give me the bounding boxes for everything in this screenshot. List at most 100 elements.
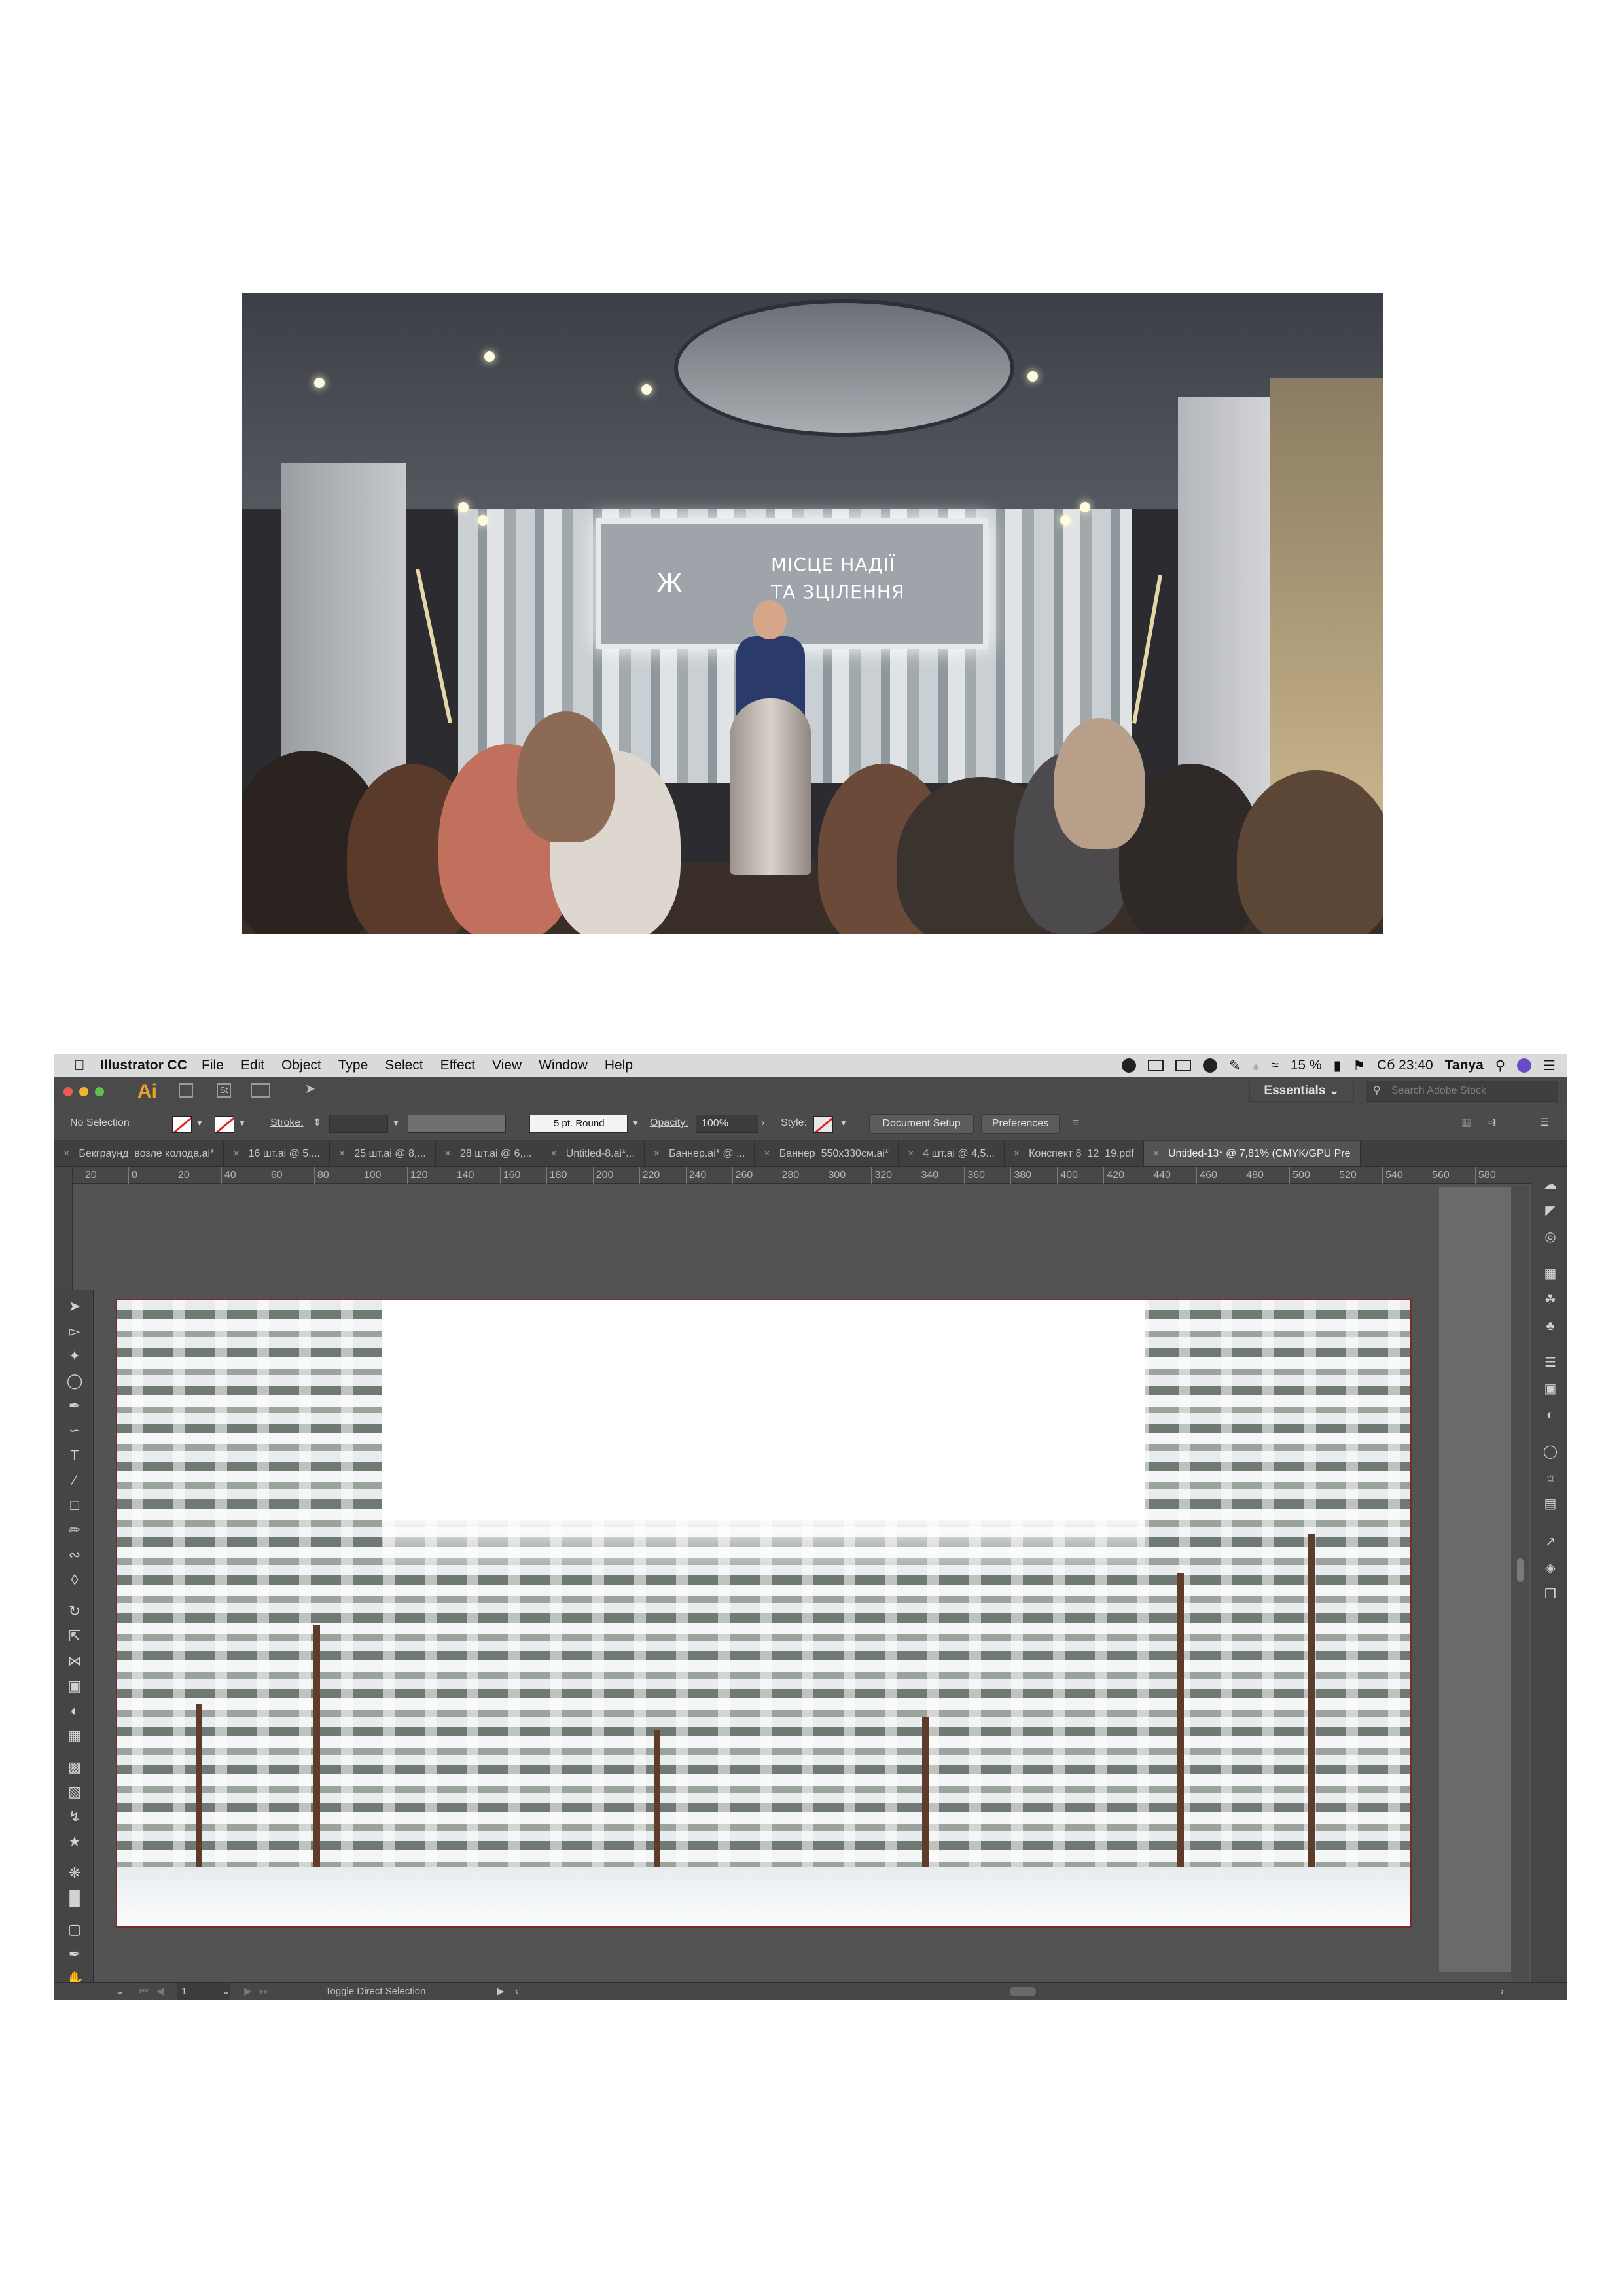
vertical-scrollbar[interactable] bbox=[1511, 1185, 1529, 1981]
panel-menu-icon[interactable]: ☰ bbox=[1540, 1105, 1549, 1141]
menu-type[interactable]: Type bbox=[338, 1058, 368, 1073]
shape-builder-tool-icon[interactable]: ◐ bbox=[66, 1702, 83, 1719]
document-tab[interactable]: × Баннер_550x330см.ai* bbox=[755, 1141, 899, 1166]
notes-icon[interactable] bbox=[1148, 1060, 1164, 1071]
user-name[interactable]: Tanya bbox=[1445, 1058, 1484, 1073]
battery-icon[interactable]: ▮ bbox=[1334, 1058, 1342, 1074]
scroll-right-icon[interactable]: › bbox=[1501, 1983, 1504, 2000]
zoom-window-button[interactable] bbox=[95, 1087, 104, 1096]
document-tab[interactable]: × 4 шт.ai @ 4,5... bbox=[899, 1141, 1005, 1166]
pen-tool-icon[interactable]: ✒ bbox=[66, 1397, 83, 1414]
notification-center-icon[interactable]: ☰ bbox=[1543, 1058, 1556, 1074]
paintbrush-tool-icon[interactable]: ✏ bbox=[66, 1522, 83, 1539]
clock[interactable]: Сб 23:40 bbox=[1377, 1058, 1433, 1073]
battery-label[interactable]: 15 % bbox=[1291, 1058, 1322, 1073]
menu-effect[interactable]: Effect bbox=[440, 1058, 475, 1073]
last-artboard-icon[interactable]: ⏭ bbox=[260, 1983, 269, 2000]
scrollbar-thumb[interactable] bbox=[1517, 1558, 1524, 1582]
horizontal-ruler[interactable]: 20 0 20 40 60 80 100 120 140 160 180 200 220 240 260 28… bbox=[73, 1167, 1531, 1184]
brushes-icon[interactable]: ☘ bbox=[1542, 1291, 1559, 1308]
menu-help[interactable]: Help bbox=[605, 1058, 633, 1073]
line-tool-icon[interactable]: ⁄ bbox=[66, 1472, 83, 1489]
chevron-down-icon[interactable]: ▼ bbox=[196, 1105, 204, 1141]
chevron-down-icon[interactable]: ▼ bbox=[238, 1105, 246, 1141]
gradient-tool-icon[interactable]: ▧ bbox=[66, 1784, 83, 1801]
scale-tool-icon[interactable]: ⇱ bbox=[66, 1628, 83, 1645]
asset-export-icon[interactable]: ▤ bbox=[1542, 1496, 1559, 1513]
flag-icon[interactable]: ⚑ bbox=[1353, 1058, 1365, 1074]
chevron-down-icon[interactable]: ▼ bbox=[392, 1105, 400, 1141]
eyedropper-tool-icon[interactable]: ↯ bbox=[66, 1808, 83, 1825]
eraser-tool-icon[interactable]: ◊ bbox=[66, 1571, 83, 1588]
gpu-performance-icon[interactable]: ➤ bbox=[303, 1083, 317, 1098]
lasso-tool-icon[interactable]: ◯ bbox=[66, 1372, 83, 1390]
bluetooth-icon[interactable]: ⁎ bbox=[1253, 1058, 1260, 1074]
export-icon[interactable]: ↗ bbox=[1542, 1534, 1559, 1551]
opacity-label[interactable]: Opacity: bbox=[650, 1105, 688, 1141]
menu-view[interactable]: View bbox=[492, 1058, 522, 1073]
close-icon[interactable]: × bbox=[550, 1148, 556, 1159]
style-swatch[interactable] bbox=[813, 1116, 833, 1133]
status-menu-arrow-icon[interactable]: ▶ bbox=[497, 1983, 505, 2000]
first-artboard-icon[interactable]: ⏮ bbox=[139, 1983, 149, 2000]
document-tab[interactable]: × Конспект 8_12_19.pdf bbox=[1005, 1141, 1144, 1166]
apple-icon[interactable]:  bbox=[74, 1057, 96, 1074]
graphic-styles-icon[interactable]: ☼ bbox=[1542, 1469, 1559, 1486]
layers-icon[interactable]: ◈ bbox=[1542, 1560, 1559, 1577]
symbol-sprayer-tool-icon[interactable]: ❋ bbox=[66, 1865, 83, 1882]
transparency-icon[interactable]: ◐ bbox=[1542, 1407, 1559, 1424]
document-tab[interactable]: × 28 шт.ai @ 6,... bbox=[436, 1141, 542, 1166]
chevron-right-icon[interactable]: › bbox=[761, 1105, 764, 1141]
stroke-stepper[interactable]: ⇕ bbox=[313, 1105, 321, 1141]
close-icon[interactable]: × bbox=[764, 1148, 770, 1159]
white-screen-area[interactable] bbox=[382, 1300, 1145, 1575]
siri-icon[interactable] bbox=[1517, 1058, 1532, 1073]
stroke-label[interactable]: Stroke: bbox=[270, 1105, 304, 1141]
opacity-field[interactable]: 100% bbox=[696, 1115, 758, 1133]
libraries-icon[interactable]: ☁ bbox=[1542, 1176, 1559, 1193]
rotate-tool-icon[interactable]: ↻ bbox=[66, 1603, 83, 1620]
screen-icon[interactable] bbox=[1175, 1060, 1192, 1071]
close-window-button[interactable] bbox=[63, 1087, 73, 1096]
close-icon[interactable]: × bbox=[233, 1148, 239, 1159]
close-icon[interactable]: × bbox=[63, 1148, 69, 1159]
curvature-tool-icon[interactable]: ∽ bbox=[66, 1422, 83, 1439]
menu-select[interactable]: Select bbox=[385, 1058, 423, 1073]
document-tab[interactable]: × Бекграунд_возле колода.ai* bbox=[54, 1141, 224, 1166]
close-icon[interactable]: × bbox=[654, 1148, 660, 1159]
horizontal-scroll-thumb[interactable] bbox=[1010, 1987, 1036, 1996]
fill-swatch[interactable] bbox=[172, 1116, 192, 1133]
wifi-icon[interactable]: ≈ bbox=[1271, 1058, 1279, 1073]
brush-definition[interactable]: 5 pt. Round bbox=[529, 1115, 628, 1133]
creative-cloud-icon[interactable] bbox=[1203, 1058, 1218, 1073]
adjacent-artboard[interactable] bbox=[1439, 1187, 1511, 1972]
previous-artboard-icon[interactable]: ◀ bbox=[156, 1983, 164, 2000]
slice-tool-icon[interactable]: ✒ bbox=[66, 1946, 83, 1963]
spotlight-icon[interactable]: ⚲ bbox=[1495, 1058, 1505, 1074]
menu-file[interactable]: File bbox=[202, 1058, 224, 1073]
direct-selection-tool-icon[interactable]: ▻ bbox=[66, 1323, 83, 1340]
arrange-documents-icon[interactable] bbox=[251, 1083, 270, 1098]
magic-wand-tool-icon[interactable]: ✦ bbox=[66, 1348, 83, 1365]
stroke-panel-icon[interactable]: ☰ bbox=[1542, 1354, 1559, 1371]
chevron-down-icon[interactable]: ⌄ bbox=[222, 1983, 230, 2000]
telegram-icon[interactable] bbox=[1122, 1058, 1137, 1073]
gradient-panel-icon[interactable]: ▣ bbox=[1542, 1380, 1559, 1397]
variable-width-profile[interactable] bbox=[408, 1115, 506, 1133]
bridge-icon[interactable] bbox=[179, 1083, 193, 1098]
chevron-down-icon[interactable]: ▼ bbox=[840, 1105, 847, 1141]
menu-window[interactable]: Window bbox=[539, 1058, 588, 1073]
stroke-swatch[interactable] bbox=[215, 1116, 234, 1133]
width-tool-icon[interactable]: ⋈ bbox=[66, 1653, 83, 1670]
status-tool-label[interactable]: Toggle Direct Selection bbox=[325, 1983, 425, 2000]
artboard[interactable] bbox=[116, 1299, 1412, 1928]
zoom-dropdown-chevron-icon[interactable]: ⌄ bbox=[116, 1983, 124, 2000]
menu-edit[interactable]: Edit bbox=[241, 1058, 264, 1073]
selection-tool-icon[interactable]: ➤ bbox=[66, 1298, 83, 1315]
navigator-icon[interactable]: ◎ bbox=[1542, 1229, 1559, 1246]
chevron-down-icon[interactable]: ▼ bbox=[632, 1105, 639, 1141]
close-icon[interactable]: × bbox=[1014, 1148, 1020, 1159]
next-artboard-icon[interactable]: ▶ bbox=[244, 1983, 252, 2000]
app-menu[interactable]: Illustrator CC bbox=[100, 1058, 187, 1073]
close-icon[interactable]: × bbox=[445, 1148, 451, 1159]
